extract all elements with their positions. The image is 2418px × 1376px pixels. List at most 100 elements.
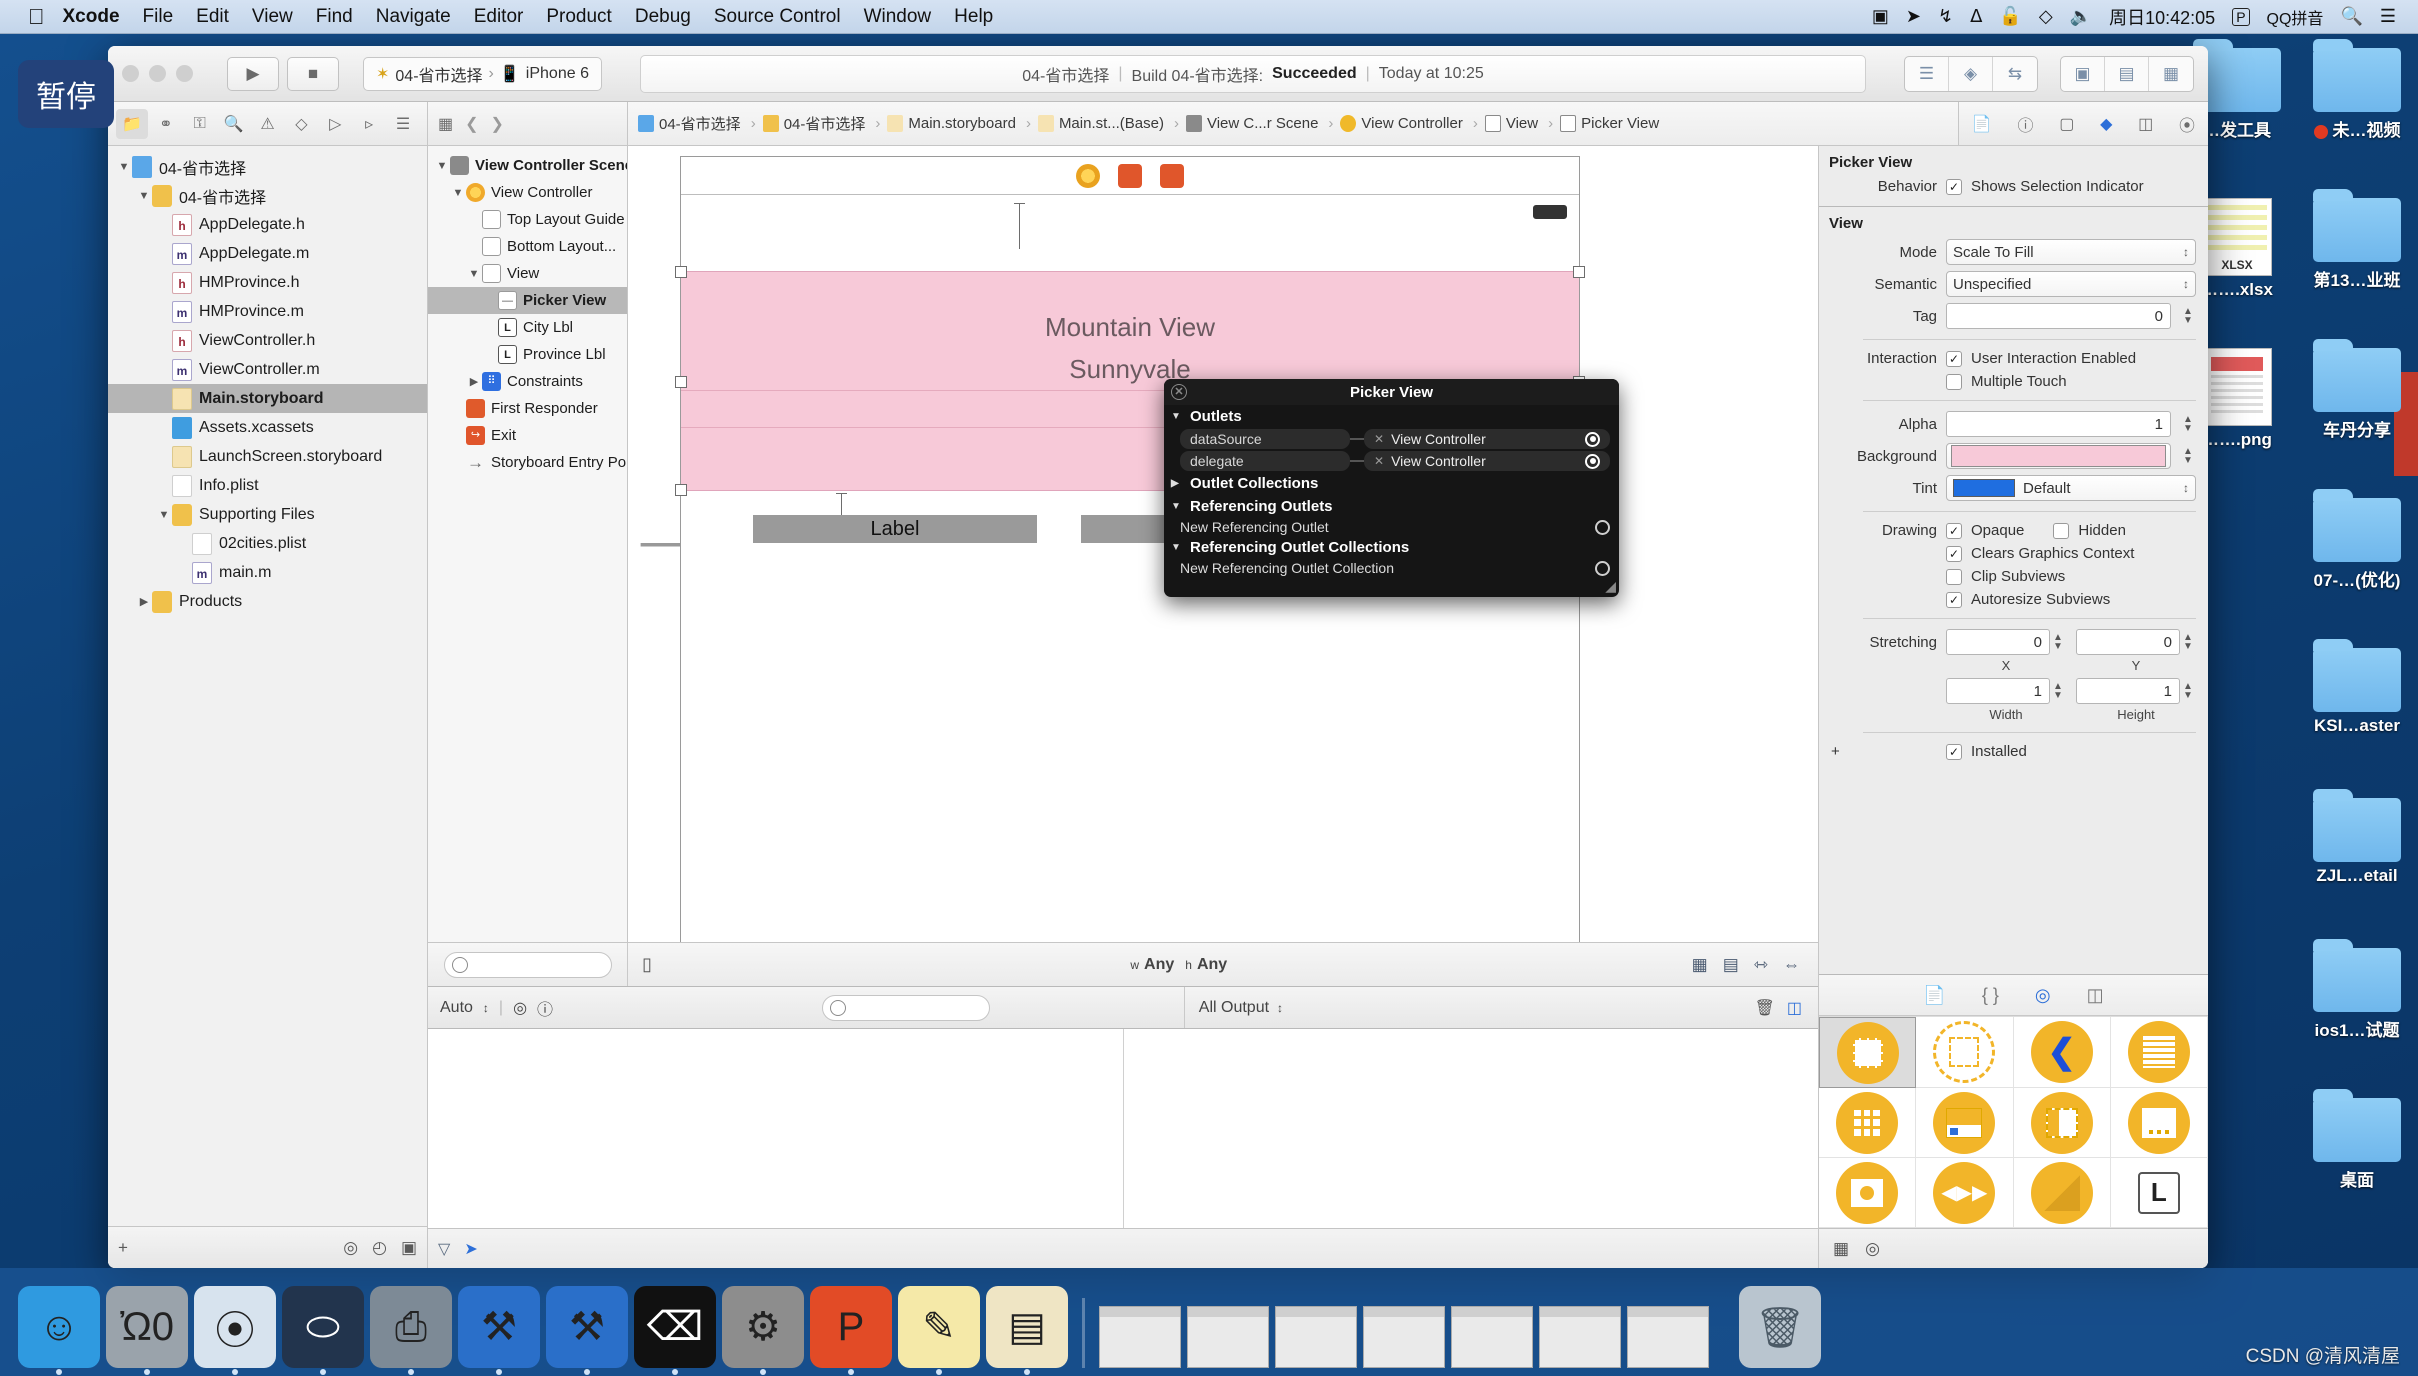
- tag-input[interactable]: 0: [1946, 303, 2171, 329]
- variables-view[interactable]: [428, 1029, 1124, 1228]
- outline-filter-input[interactable]: [443, 951, 612, 978]
- outline-toolbar[interactable]: ▦ ❮ ❯: [428, 102, 628, 145]
- popover-group-outlet-collections[interactable]: ▶ Outlet Collections: [1164, 472, 1619, 495]
- input-method-label[interactable]: QQ拼音: [2267, 5, 2324, 29]
- stop-button[interactable]: ■: [287, 56, 339, 91]
- library-filter-icon[interactable]: ◎: [1865, 1239, 1880, 1259]
- outline-toggle-icon[interactable]: ▦: [438, 114, 453, 134]
- bluetooth-icon[interactable]: ᐃ: [1970, 6, 1982, 27]
- console-filter-input[interactable]: [821, 994, 990, 1021]
- file-tree-row[interactable]: h AppDelegate.h: [108, 210, 427, 239]
- library-bottom-bar[interactable]: ▦ ◎: [1819, 1228, 2208, 1268]
- outline-row[interactable]: ↪ Exit: [428, 422, 627, 449]
- breadcrumb-item[interactable]: Main.st...(Base) ›: [1037, 115, 1179, 132]
- size-inspector-icon[interactable]: ◫: [2138, 114, 2153, 134]
- desktop-icon[interactable]: KSI…aster: [2298, 639, 2416, 736]
- menu-item-source-control[interactable]: Source Control: [714, 6, 841, 28]
- dock-window-w2[interactable]: [1187, 1306, 1269, 1368]
- debug-filter-bar[interactable]: ▽ ➤: [428, 1228, 1818, 1268]
- debug-view-controls[interactable]: Auto ↕ | ◎ ⓘ: [428, 996, 628, 1020]
- clears-graphics-context-checkbox[interactable]: [1946, 545, 1962, 562]
- outline-row[interactable]: L Province Lbl: [428, 341, 627, 368]
- file-tree-row[interactable]: 02cities.plist: [108, 529, 427, 558]
- dock-item-mouse-app[interactable]: ⬭: [282, 1286, 364, 1375]
- debug-continue-icon[interactable]: ➤: [464, 1239, 477, 1259]
- file-tree-row[interactable]: h HMProvince.h: [108, 268, 427, 297]
- connection-dot-empty[interactable]: [1595, 560, 1610, 576]
- dock-window-w7[interactable]: [1627, 1306, 1709, 1368]
- symbol-navigator-icon[interactable]: ⚿: [184, 109, 216, 139]
- shows-selection-indicator-checkbox[interactable]: [1946, 178, 1962, 195]
- installed-row[interactable]: + Installed: [1819, 740, 2208, 763]
- debug-toolbar[interactable]: Auto ↕ | ◎ ⓘ All Output ↕ 🗑 ◫: [428, 986, 1818, 1028]
- interaction-row[interactable]: Interaction User Interaction Enabled: [1819, 347, 2208, 370]
- auto-label[interactable]: Auto: [440, 999, 473, 1017]
- library-item-label-object[interactable]: L: [2110, 1158, 2208, 1228]
- assistant-editor-icon[interactable]: ◈: [1949, 56, 1993, 91]
- menu-item-find[interactable]: Find: [316, 6, 353, 28]
- trash-icon[interactable]: 🗑: [1755, 998, 1775, 1018]
- chevron-down-icon[interactable]: ▼: [1171, 542, 1183, 553]
- outline-row[interactable]: ▼ View Controller: [428, 179, 627, 206]
- scene-first-responder-icon[interactable]: [1118, 163, 1142, 188]
- forward-chevron-icon[interactable]: ❯: [491, 114, 504, 134]
- stretching-x-input[interactable]: 0: [1946, 629, 2050, 655]
- connections-popover[interactable]: ✕ Picker View ▼ Outlets dataSource ✕ Vie…: [1164, 379, 1619, 597]
- alpha-stepper[interactable]: ▲ ▼: [2180, 411, 2196, 437]
- library-item-navigation-back-object[interactable]: ❮: [2013, 1017, 2111, 1088]
- dock-item-safari[interactable]: ⦿: [194, 1286, 276, 1375]
- outline-row[interactable]: Top Layout Guide: [428, 206, 627, 233]
- auto-stepper-icon[interactable]: ↕: [483, 1001, 489, 1015]
- outline-row[interactable]: — Picker View: [428, 287, 627, 314]
- file-tree-row[interactable]: Main.storyboard: [108, 384, 427, 413]
- add-icon[interactable]: +: [118, 1238, 128, 1258]
- file-tree-row[interactable]: m AppDelegate.m: [108, 239, 427, 268]
- chevron-right-icon[interactable]: ▶: [466, 375, 482, 388]
- menu-item-debug[interactable]: Debug: [635, 6, 691, 28]
- menu-item-view[interactable]: View: [252, 6, 293, 28]
- dock-item-finder[interactable]: ☺: [18, 1286, 100, 1375]
- panel-toggle-group[interactable]: ▣ ▤ ▦: [2060, 55, 2194, 92]
- outlet-row-datasource[interactable]: dataSource ✕ View Controller: [1164, 428, 1619, 450]
- installed-plus-button[interactable]: +: [1825, 743, 1937, 760]
- multiple-touch-row[interactable]: Multiple Touch: [1819, 370, 2208, 393]
- close-icon[interactable]: ✕: [1171, 384, 1187, 400]
- pause-badge[interactable]: 暂停: [18, 60, 114, 128]
- object-library-grid[interactable]: ❮ ◀▶▶ L: [1819, 1016, 2208, 1228]
- media-library-icon[interactable]: ◫: [2087, 985, 2104, 1006]
- popover-group-referencing-outlet-collections[interactable]: ▼ Referencing Outlet Collections: [1164, 536, 1619, 559]
- desktop-icon[interactable]: 07-…(优化): [2298, 489, 2416, 591]
- desktop-icon[interactable]: ZJL…etail: [2298, 789, 2416, 886]
- library-item-split-view-object[interactable]: [2013, 1088, 2111, 1158]
- menu-item-window[interactable]: Window: [864, 6, 932, 28]
- chevron-down-icon[interactable]: ▼: [116, 161, 132, 173]
- report-navigator-icon[interactable]: ☰: [387, 109, 419, 139]
- stretching-width-input[interactable]: 1: [1946, 678, 2050, 704]
- close-window-button[interactable]: [122, 65, 139, 82]
- object-library-icon[interactable]: ◎: [2035, 985, 2051, 1006]
- notification-center-icon[interactable]: ☰: [2380, 6, 2396, 27]
- source-control-filter-icon[interactable]: ▣: [401, 1238, 417, 1258]
- mode-row[interactable]: Mode Scale To Fill ↕: [1819, 236, 2208, 268]
- alpha-row[interactable]: Alpha 1 ▲ ▼: [1819, 408, 2208, 440]
- embed-in-icon[interactable]: ▤: [1723, 955, 1739, 975]
- dock-item-xcode[interactable]: ⚒: [458, 1286, 540, 1375]
- update-frames-icon[interactable]: ▦: [1692, 955, 1708, 975]
- chevron-down-icon[interactable]: ▼: [434, 160, 450, 172]
- all-output-label[interactable]: All Output: [1199, 999, 1269, 1017]
- trash-icon[interactable]: 🗑: [1739, 1286, 1821, 1368]
- breadcrumb-item[interactable]: View Controller ›: [1340, 115, 1478, 132]
- breadcrumb-item[interactable]: 04-省市选择 ›: [762, 113, 880, 134]
- scene-exit-icon[interactable]: [1160, 163, 1184, 188]
- search-icon[interactable]: 🔍: [2340, 6, 2362, 27]
- chevron-updown-icon[interactable]: ↕: [2183, 482, 2189, 494]
- library-item-page-control-object[interactable]: [2110, 1088, 2208, 1158]
- eye-icon[interactable]: ◎: [513, 998, 527, 1018]
- pin-icon[interactable]: ⇔: [1783, 955, 1800, 975]
- chevron-updown-icon[interactable]: ↕: [2183, 278, 2189, 290]
- user-interaction-enabled-checkbox[interactable]: [1946, 350, 1962, 367]
- city-label[interactable]: Label: [753, 515, 1037, 543]
- library-item-custom-view-object[interactable]: [1916, 1017, 2014, 1088]
- console-view[interactable]: [1124, 1029, 1819, 1228]
- file-tree-row[interactable]: ▼ Supporting Files: [108, 500, 427, 529]
